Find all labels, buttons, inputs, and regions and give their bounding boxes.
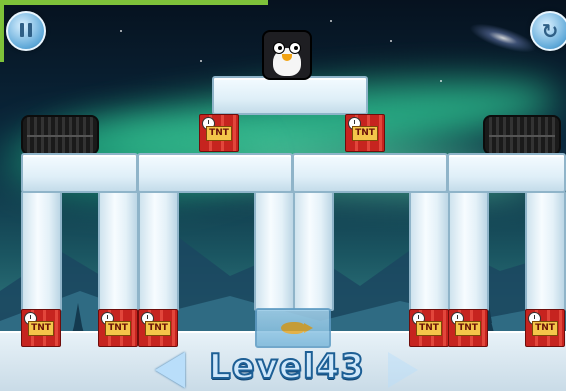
top-accent-bar bbox=[0, 0, 268, 5]
ice-slab-top bbox=[212, 76, 368, 115]
ice-pillar bbox=[21, 191, 62, 311]
tnt-label: TNT bbox=[206, 126, 232, 141]
tnt-block[interactable]: TNT bbox=[21, 309, 61, 347]
restart-button[interactable]: ↻ bbox=[530, 11, 566, 51]
ice-slab bbox=[292, 153, 448, 193]
side-accent-bar bbox=[0, 0, 4, 62]
tnt-label: TNT bbox=[416, 321, 442, 336]
penguin-eye-icon bbox=[273, 42, 285, 54]
tnt-block[interactable]: TNT bbox=[448, 309, 488, 347]
tnt-label: TNT bbox=[105, 321, 131, 336]
star bbox=[440, 80, 442, 82]
ice-pillar bbox=[138, 191, 179, 311]
star bbox=[200, 60, 202, 62]
prev-level-arrow-icon[interactable] bbox=[155, 352, 185, 388]
tnt-label: TNT bbox=[455, 321, 481, 336]
tnt-label: TNT bbox=[532, 321, 558, 336]
ice-pillar bbox=[409, 191, 450, 311]
tnt-block[interactable]: TNT bbox=[138, 309, 178, 347]
ice-pillar bbox=[448, 191, 489, 311]
game-stage: TNT TNT TNT TNT TNT TNT TNT TNT ↻ Level4… bbox=[0, 0, 566, 391]
level-word: Level bbox=[208, 346, 316, 388]
ice-slab bbox=[447, 153, 566, 193]
pause-icon bbox=[18, 22, 34, 41]
penguin-character bbox=[262, 30, 312, 80]
ice-slab bbox=[137, 153, 293, 193]
tnt-block[interactable]: TNT bbox=[98, 309, 138, 347]
ice-pillar bbox=[293, 191, 334, 311]
penguin-eye-icon bbox=[289, 42, 301, 54]
level-indicator: Level43 bbox=[197, 346, 377, 388]
star bbox=[390, 40, 392, 42]
tnt-block[interactable]: TNT bbox=[345, 114, 385, 152]
level-number: 43 bbox=[315, 346, 365, 388]
frozen-fish-block bbox=[255, 308, 331, 348]
restart-icon: ↻ bbox=[541, 19, 559, 43]
tnt-label: TNT bbox=[352, 126, 378, 141]
tnt-label: TNT bbox=[145, 321, 171, 336]
star bbox=[330, 20, 332, 22]
tire-left[interactable] bbox=[21, 115, 99, 155]
ice-pillar bbox=[98, 191, 139, 311]
ice-pillar bbox=[254, 191, 295, 311]
ice-slab bbox=[21, 153, 138, 193]
tnt-block[interactable]: TNT bbox=[525, 309, 565, 347]
next-level-arrow-icon[interactable] bbox=[388, 352, 418, 388]
fish-icon bbox=[281, 322, 313, 334]
tnt-block[interactable]: TNT bbox=[199, 114, 239, 152]
star bbox=[120, 30, 122, 32]
pause-button[interactable] bbox=[6, 11, 46, 51]
ice-pillar bbox=[525, 191, 566, 311]
tire-right[interactable] bbox=[483, 115, 561, 155]
tnt-label: TNT bbox=[28, 321, 54, 336]
tnt-block[interactable]: TNT bbox=[409, 309, 449, 347]
